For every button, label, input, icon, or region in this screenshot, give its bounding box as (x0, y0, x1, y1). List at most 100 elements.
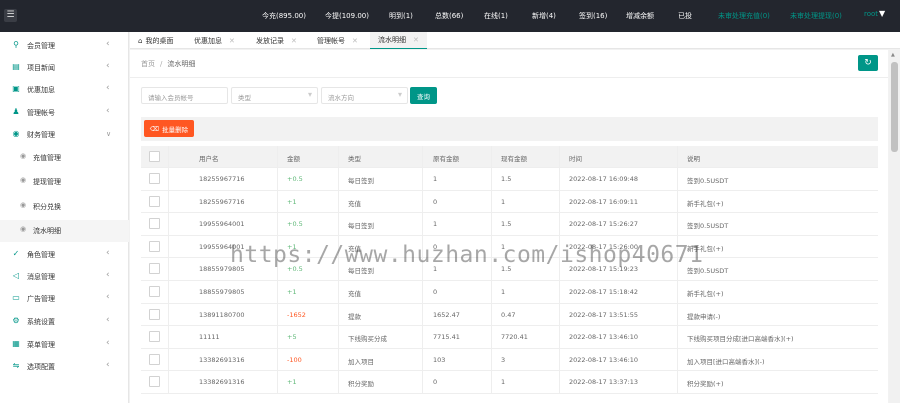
column-divider (491, 146, 492, 168)
sidebar-item-project-news[interactable]: ▤ 项目新闻 ‹ (0, 57, 129, 79)
sidebar-item-points-exchange[interactable]: ◉ 积分兑换 (0, 196, 129, 218)
batch-delete-label: 批量删除 (162, 125, 189, 134)
column-divider (677, 258, 678, 281)
row-checkbox[interactable] (149, 286, 160, 297)
column-divider (491, 303, 492, 326)
column-divider (677, 168, 678, 190)
pending-recharge-link[interactable]: 未审处理充值(0) (718, 11, 770, 21)
cell-current-amount: 3 (501, 355, 506, 364)
close-icon[interactable]: ✕ (413, 36, 419, 44)
column-divider (677, 281, 678, 303)
cell-current-amount: 1.5 (501, 220, 512, 229)
sidebar-item-messages[interactable]: ◁ 消息管理 ‹ (0, 266, 129, 288)
tab-issue-records[interactable]: 发放记录 ✕ (256, 32, 297, 49)
cell-type: 提款 (348, 312, 361, 321)
stat-today-withdraw[interactable]: 今提(109.00) (325, 11, 369, 21)
column-divider (559, 190, 560, 213)
column-divider (277, 281, 278, 303)
sidebar-item-label: 消息管理 (27, 273, 55, 281)
row-checkbox[interactable] (149, 195, 160, 207)
sidebar-item-promotions[interactable]: ▣ 优惠加息 ‹ (0, 79, 129, 101)
tab-flow-detail[interactable]: 流水明细 ✕ (370, 32, 427, 49)
vertical-scrollbar[interactable]: ▲ (889, 50, 900, 403)
tab-promotions[interactable]: 优惠加息 ✕ (194, 32, 235, 49)
menu-toggle-icon[interactable]: ☰ (4, 9, 17, 22)
stat-new[interactable]: 新增(4) (532, 11, 556, 21)
refresh-button[interactable]: ↻ (858, 55, 878, 71)
news-icon: ▤ (12, 62, 20, 71)
column-divider (559, 281, 560, 303)
column-divider (338, 303, 339, 326)
row-checkbox[interactable] (149, 240, 160, 252)
sidebar-item-menus[interactable]: ▦ 菜单管理 ‹ (0, 334, 129, 356)
tab-desktop[interactable]: ⌂ 我的桌面 (138, 32, 173, 49)
caret-down-icon[interactable]: ▼ (879, 9, 885, 18)
stat-signin[interactable]: 签到(16) (579, 11, 607, 21)
row-checkbox[interactable] (149, 308, 160, 320)
pending-withdraw-link[interactable]: 未审处理提现(0) (790, 11, 842, 21)
column-divider (422, 168, 423, 190)
row-checkbox[interactable] (149, 173, 160, 184)
batch-delete-button[interactable]: ⌫ 批量删除 (144, 120, 194, 137)
stat-today-recharge[interactable]: 今充(895.00) (262, 11, 306, 21)
sidebar-item-system-settings[interactable]: ⚙ 系统设置 ‹ (0, 311, 129, 333)
cell-current-amount: 1.5 (501, 265, 512, 274)
query-button[interactable]: 查询 (410, 87, 437, 104)
sidebar-item-label: 管理帐号 (27, 109, 55, 117)
chevron-left-icon: ‹ (106, 61, 110, 71)
sidebar-item-flow-detail[interactable]: ◉ 流水明细 (0, 220, 129, 242)
column-divider (338, 326, 339, 349)
direction-select[interactable]: 流水方向 ▾ (321, 87, 408, 104)
scroll-up-icon[interactable]: ▲ (891, 52, 895, 58)
sidebar-item-roles[interactable]: ✓ 角色管理 ‹ (0, 244, 129, 266)
column-divider (338, 168, 339, 190)
column-header: 用户名 (199, 155, 219, 163)
sidebar-item-withdraw[interactable]: ◉ 提现管理 (0, 171, 129, 193)
column-divider (559, 146, 560, 168)
cell-description: 签到0.5USDT (687, 267, 729, 276)
sidebar-item-options[interactable]: ⇋ 选项配置 ‹ (0, 356, 129, 378)
row-checkbox[interactable] (149, 376, 160, 388)
row-checkbox[interactable] (149, 331, 160, 343)
stat-online[interactable]: 在线(1) (484, 11, 508, 21)
column-divider (677, 326, 678, 349)
close-icon[interactable]: ✕ (291, 37, 297, 45)
close-icon[interactable]: ✕ (352, 37, 358, 45)
sidebar-item-admin-accounts[interactable]: ♟ 管理帐号 ‹ (0, 102, 129, 124)
sidebar-item-recharge[interactable]: ◉ 充值管理 (0, 147, 129, 169)
account-search-input[interactable]: 请输入会员帐号 (141, 87, 228, 104)
user-name[interactable]: root (864, 10, 878, 18)
stat-total[interactable]: 总数(66) (435, 11, 463, 21)
cell-amount: -1652 (287, 310, 306, 319)
sidebar-item-finance[interactable]: ◉ 财务管理 ∨ (0, 124, 129, 146)
message-icon: ◁ (12, 271, 20, 280)
sidebar-item-label: 提现管理 (33, 178, 61, 186)
column-divider (559, 326, 560, 349)
type-select[interactable]: 类型 ▾ (231, 87, 318, 104)
dot-icon: ◉ (19, 201, 27, 209)
row-checkbox[interactable] (149, 263, 160, 275)
cell-original-amount: 103 (433, 355, 446, 364)
adjust-balance-link[interactable]: 增减余额 (626, 11, 654, 21)
cell-description: 签到0.5USDT (687, 177, 729, 185)
cell-current-amount: 1 (501, 242, 506, 251)
invested-link[interactable]: 已投 (678, 11, 692, 21)
cell-original-amount: 1 (433, 265, 438, 274)
scroll-thumb[interactable] (891, 62, 898, 152)
close-icon[interactable]: ✕ (229, 37, 235, 45)
column-header: 原有金额 (433, 155, 459, 163)
cell-amount: +1 (287, 197, 297, 206)
row-checkbox[interactable] (149, 353, 160, 365)
sidebar-item-ads[interactable]: ▭ 广告管理 ‹ (0, 288, 129, 310)
cell-amount: +0.5 (287, 175, 303, 183)
select-all-checkbox[interactable] (149, 151, 160, 162)
column-divider (422, 281, 423, 303)
row-checkbox[interactable] (149, 218, 160, 230)
breadcrumb-home[interactable]: 首页 (141, 60, 155, 68)
stat-tomorrow-due[interactable]: 明到(1) (389, 11, 413, 21)
tab-admin-accounts[interactable]: 管理帐号 ✕ (317, 32, 358, 49)
refresh-icon: ↻ (864, 58, 872, 68)
cell-amount: -100 (287, 355, 302, 364)
sidebar-item-members[interactable]: ⚲ 会员管理 ‹ (0, 35, 129, 57)
column-divider (559, 371, 560, 394)
